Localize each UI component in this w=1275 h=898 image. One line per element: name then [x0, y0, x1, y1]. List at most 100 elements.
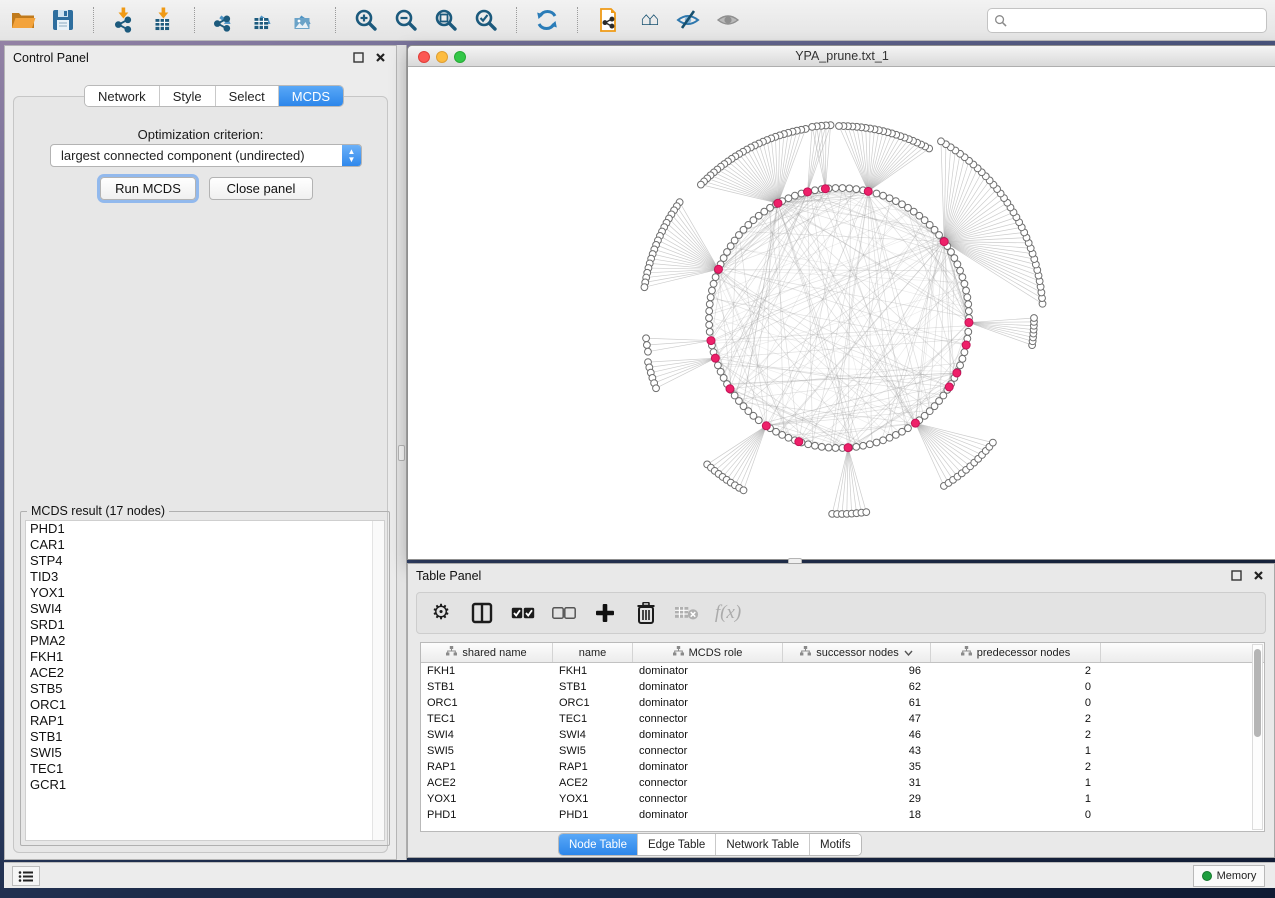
run-mcds-button[interactable]: Run MCDS — [100, 177, 196, 200]
deselect-all-rows-icon[interactable] — [552, 601, 576, 625]
mcds-result-item[interactable]: TID3 — [26, 569, 384, 585]
mcds-result-item[interactable]: PMA2 — [26, 633, 384, 649]
table-row[interactable]: STB1STB1dominator620 — [421, 679, 1264, 695]
memory-button[interactable]: Memory — [1193, 865, 1265, 887]
close-mcds-panel-button[interactable]: Close panel — [209, 177, 313, 200]
tab-motifs[interactable]: Motifs — [810, 834, 861, 855]
select-all-rows-icon[interactable] — [511, 601, 535, 625]
close-panel-icon[interactable] — [372, 50, 388, 66]
cell-predecessors: 1 — [931, 743, 1101, 759]
table-row[interactable]: SWI4SWI4dominator462 — [421, 727, 1264, 743]
zoom-fit-icon[interactable] — [431, 5, 461, 35]
apply-layout-icon[interactable] — [532, 5, 562, 35]
network-window-titlebar[interactable]: YPA_prune.txt_1 — [408, 46, 1275, 67]
close-table-panel-icon[interactable] — [1250, 568, 1266, 584]
table-row[interactable]: SWI5SWI5connector431 — [421, 743, 1264, 759]
add-column-icon[interactable] — [593, 601, 617, 625]
show-all-icon[interactable] — [713, 5, 743, 35]
tab-edge-table[interactable]: Edge Table — [638, 834, 716, 855]
column-header-name[interactable]: name — [553, 643, 633, 662]
mcds-result-item[interactable]: STB5 — [26, 681, 384, 697]
cell-successors: 62 — [783, 679, 931, 695]
task-history-button[interactable] — [12, 866, 40, 886]
export-table-icon[interactable] — [250, 5, 280, 35]
table-row[interactable]: TEC1TEC1connector472 — [421, 711, 1264, 727]
mcds-list-scrollbar[interactable] — [372, 521, 384, 840]
new-network-from-selection-icon[interactable] — [593, 5, 623, 35]
mcds-result-list[interactable]: PHD1CAR1STP4TID3YOX1SWI4SRD1PMA2FKH1ACE2… — [25, 520, 385, 841]
memory-status-icon — [1202, 871, 1212, 881]
network-canvas[interactable] — [408, 67, 1275, 559]
import-table-icon[interactable] — [149, 5, 179, 35]
control-panel-title: Control Panel — [13, 51, 89, 65]
mcds-result-item[interactable]: STP4 — [26, 553, 384, 569]
column-panel-icon[interactable] — [470, 601, 494, 625]
mcds-result-item[interactable]: TEC1 — [26, 761, 384, 777]
mcds-result-item[interactable]: YOX1 — [26, 585, 384, 601]
cell-name: ACE2 — [553, 775, 633, 791]
zoom-selected-icon[interactable] — [471, 5, 501, 35]
import-network-icon[interactable] — [109, 5, 139, 35]
first-neighbors-icon[interactable]: ⌂⌂ — [633, 5, 663, 35]
cell-shared_name: SWI5 — [421, 743, 553, 759]
mcds-result-item[interactable]: CAR1 — [26, 537, 384, 553]
tab-style[interactable]: Style — [160, 86, 216, 106]
table-row[interactable]: YOX1YOX1connector291 — [421, 791, 1264, 807]
mcds-result-item[interactable]: FKH1 — [26, 649, 384, 665]
zoom-out-icon[interactable] — [391, 5, 421, 35]
export-image-icon[interactable] — [290, 5, 320, 35]
export-network-icon[interactable] — [210, 5, 240, 35]
mcds-result-item[interactable]: ORC1 — [26, 697, 384, 713]
tab-network-table[interactable]: Network Table — [716, 834, 810, 855]
table-settings-icon[interactable]: ⚙ — [429, 601, 453, 625]
delete-column-icon[interactable] — [634, 601, 658, 625]
minimize-window-icon[interactable] — [436, 51, 448, 63]
column-header-successor-nodes[interactable]: successor nodes — [783, 643, 931, 662]
column-header-shared-name[interactable]: shared name — [421, 643, 553, 662]
mcds-result-item[interactable]: STB1 — [26, 729, 384, 745]
hide-selected-icon[interactable] — [673, 5, 703, 35]
cell-role: connector — [633, 711, 783, 727]
mcds-result-item[interactable]: ACE2 — [26, 665, 384, 681]
search-input[interactable] — [1007, 13, 1260, 27]
mcds-result-item[interactable]: GCR1 — [26, 777, 384, 793]
table-row[interactable]: ACE2ACE2connector311 — [421, 775, 1264, 791]
panel-splitter[interactable] — [397, 45, 407, 860]
table-scrollbar-thumb[interactable] — [1254, 649, 1261, 737]
mcds-result-item[interactable]: SRD1 — [26, 617, 384, 633]
node-table: shared namenameMCDS rolesuccessor nodesp… — [420, 642, 1265, 832]
open-network-file-icon[interactable] — [8, 5, 38, 35]
cell-successors: 31 — [783, 775, 931, 791]
column-header-MCDS-role[interactable]: MCDS role — [633, 643, 783, 662]
tab-mcds[interactable]: MCDS — [279, 86, 343, 106]
desktop: { "toolbar": { "items": [ {"name":"open-… — [0, 0, 1275, 898]
float-table-panel-icon[interactable] — [1228, 568, 1244, 584]
table-row[interactable]: FKH1FKH1dominator962 — [421, 663, 1264, 679]
search-box[interactable] — [987, 8, 1267, 33]
cell-successors: 47 — [783, 711, 931, 727]
table-panel-title: Table Panel — [416, 569, 481, 583]
zoom-in-icon[interactable] — [351, 5, 381, 35]
float-panel-icon[interactable] — [350, 50, 366, 66]
cell-predecessors: 2 — [931, 759, 1101, 775]
close-window-icon[interactable] — [418, 51, 430, 63]
maximize-window-icon[interactable] — [454, 51, 466, 63]
mcds-result-item[interactable]: PHD1 — [26, 521, 384, 537]
splitter-grip[interactable] — [398, 445, 405, 461]
table-row[interactable]: RAP1RAP1dominator352 — [421, 759, 1264, 775]
column-header-predecessor-nodes[interactable]: predecessor nodes — [931, 643, 1101, 662]
cell-predecessors: 0 — [931, 695, 1101, 711]
tab-node-table[interactable]: Node Table — [559, 834, 638, 855]
table-row[interactable]: ORC1ORC1dominator610 — [421, 695, 1264, 711]
control-panel-titlebar: Control Panel — [5, 46, 396, 69]
toolbar-separator — [577, 7, 578, 33]
table-row[interactable]: PHD1PHD1dominator180 — [421, 807, 1264, 823]
tab-network[interactable]: Network — [85, 86, 160, 106]
optimization-criterion-select[interactable]: largest connected component (undirected)… — [50, 144, 362, 167]
mcds-result-item[interactable]: SWI4 — [26, 601, 384, 617]
tab-select[interactable]: Select — [216, 86, 279, 106]
mcds-result-item[interactable]: RAP1 — [26, 713, 384, 729]
mcds-result-item[interactable]: SWI5 — [26, 745, 384, 761]
table-scrollbar[interactable] — [1252, 644, 1263, 830]
save-session-icon[interactable] — [48, 5, 78, 35]
